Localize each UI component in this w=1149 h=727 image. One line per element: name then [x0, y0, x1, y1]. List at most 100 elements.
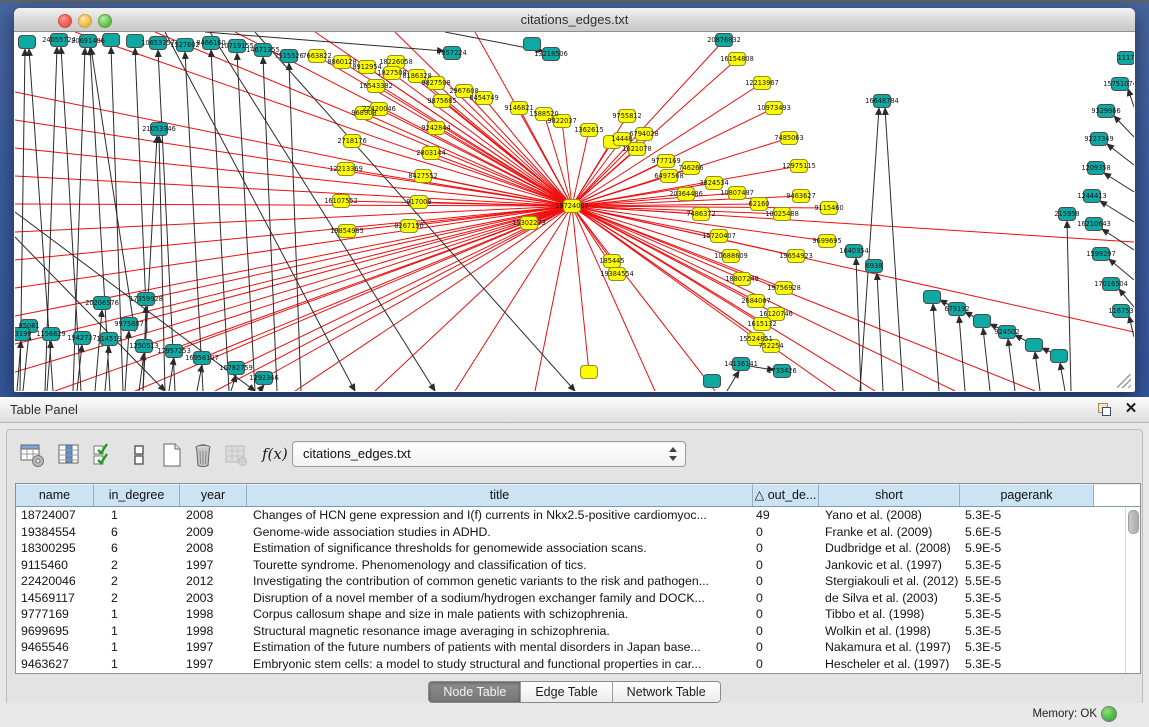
- svg-text:7486372: 7486372: [686, 210, 715, 218]
- table-row[interactable]: 977716911998Corpus callosum shape and si…: [16, 606, 1126, 623]
- graph-node[interactable]: [581, 366, 598, 379]
- column-header-short[interactable]: short: [819, 484, 960, 506]
- svg-text:21053346: 21053346: [142, 125, 176, 133]
- svg-text:3824534: 3824534: [699, 179, 728, 187]
- window-resize-grip[interactable]: [1117, 374, 1131, 388]
- column-header-in-degree[interactable]: in_degree: [94, 484, 180, 506]
- show-column-icon[interactable]: [56, 442, 82, 468]
- node-attribute-table[interactable]: namein_degreeyeartitle△ out_de...shortpa…: [15, 483, 1141, 674]
- svg-text:20691406: 20691406: [71, 37, 105, 45]
- tab-edge-table[interactable]: Edge Table: [521, 682, 612, 702]
- network-canvas[interactable]: 2405572420691406106532571527602846616010…: [15, 32, 1134, 391]
- svg-text:215958: 215958: [1054, 210, 1079, 218]
- table-cell: 1997: [180, 557, 247, 574]
- svg-text:16210643: 16210643: [1077, 220, 1111, 228]
- dropdown-stepper-icon: [668, 446, 677, 462]
- svg-text:1527602: 1527602: [170, 41, 199, 49]
- table-cell: 1998: [180, 623, 247, 640]
- column-header-year[interactable]: year: [180, 484, 247, 506]
- table-cell: Nakamura et al. (1997): [819, 639, 960, 656]
- column-header-name[interactable]: name: [16, 484, 94, 506]
- graph-node[interactable]: [704, 375, 721, 388]
- tab-network-table[interactable]: Network Table: [613, 682, 720, 702]
- table-cell: Disruption of a novel member of a sodium…: [247, 590, 753, 607]
- table-row[interactable]: 1872400712008Changes of HCN gene express…: [16, 507, 1126, 524]
- table-header-row: namein_degreeyeartitle△ out_de...shortpa…: [16, 484, 1140, 507]
- table-cell: 1997: [180, 639, 247, 656]
- graph-node[interactable]: [19, 36, 36, 49]
- table-cell: 5.9E-5: [960, 540, 1094, 557]
- tab-node-table[interactable]: Node Table: [429, 682, 521, 702]
- table-cell: Jankovic et al. (1997): [819, 557, 960, 574]
- svg-text:9822037: 9822037: [547, 117, 576, 125]
- table-cell: 0: [753, 623, 819, 640]
- table-row[interactable]: 2242004622012Investigating the contribut…: [16, 573, 1126, 590]
- svg-text:16958107: 16958107: [185, 354, 219, 362]
- table-cell: Estimation of the future numbers of pati…: [247, 639, 753, 656]
- network-desktop: citations_edges.txt 24055724206914061065…: [0, 0, 1149, 400]
- table-cell: Franke et al. (2009): [819, 524, 960, 541]
- column-header-out-de-[interactable]: △ out_de...: [753, 484, 819, 506]
- svg-text:19756928: 19756928: [767, 284, 801, 292]
- citation-network-graph[interactable]: 2405572420691406106532571527602846616010…: [15, 32, 1134, 391]
- table-row[interactable]: 911546021997Tourette syndrome. Phenomeno…: [16, 557, 1126, 574]
- delete-table-icon[interactable]: [223, 442, 249, 468]
- table-cell: Genome-wide association studies in ADHD.: [247, 524, 753, 541]
- table-cell: Tourette syndrome. Phenomenology and cla…: [247, 557, 753, 574]
- svg-text:116753: 116753: [1108, 307, 1133, 315]
- svg-text:62160: 62160: [749, 200, 770, 208]
- table-cell: 1: [94, 656, 180, 673]
- table-cell: 6: [94, 524, 180, 541]
- table-row[interactable]: 946554611997Estimation of the future num…: [16, 639, 1126, 656]
- network-view-window[interactable]: citations_edges.txt 24055724206914061065…: [14, 8, 1135, 392]
- table-cell: 22420046: [16, 573, 94, 590]
- table-cell: 18300295: [16, 540, 94, 557]
- table-cell: 1997: [180, 656, 247, 673]
- table-row[interactable]: 946362711997Embryonic stem cells: a mode…: [16, 656, 1126, 673]
- table-cell: 0: [753, 573, 819, 590]
- table-selector-value: citations_edges.txt: [303, 446, 411, 461]
- svg-text:1615132: 1615132: [747, 320, 776, 328]
- select-rows-icon[interactable]: [91, 442, 117, 468]
- svg-text:12975115: 12975115: [782, 162, 816, 170]
- memory-ok-indicator[interactable]: [1101, 706, 1117, 722]
- svg-text:1244413: 1244413: [1077, 192, 1106, 200]
- close-panel-icon[interactable]: ✕: [1123, 401, 1139, 417]
- graph-node[interactable]: [1051, 350, 1068, 363]
- svg-text:8454749: 8454749: [469, 94, 498, 102]
- table-cell: 0: [753, 606, 819, 623]
- graph-node[interactable]: [524, 38, 541, 51]
- svg-text:6497568: 6497568: [654, 172, 683, 180]
- graph-node[interactable]: [924, 291, 941, 304]
- svg-text:16782759: 16782759: [219, 364, 253, 372]
- graph-node[interactable]: [974, 315, 991, 328]
- table-settings-icon[interactable]: [19, 442, 45, 468]
- scrollbar-thumb[interactable]: [1128, 510, 1139, 534]
- column-panel-icon[interactable]: [126, 442, 152, 468]
- graph-node[interactable]: [103, 34, 120, 47]
- table-cell: 5.6E-5: [960, 524, 1094, 541]
- table-selector-dropdown[interactable]: citations_edges.txt: [292, 441, 686, 467]
- table-cell: 5.3E-5: [960, 507, 1094, 524]
- table-panel-title: Table Panel: [10, 402, 78, 417]
- delete-rows-trash-icon[interactable]: [190, 442, 216, 468]
- table-cell: 2: [94, 573, 180, 590]
- graph-node[interactable]: [1026, 339, 1043, 352]
- column-header-title[interactable]: title: [247, 484, 753, 506]
- table-row[interactable]: 969969511998Structural magnetic resonanc…: [16, 623, 1126, 640]
- float-window-icon[interactable]: [1098, 403, 1111, 416]
- table-row[interactable]: 1830029562008Estimation of significance …: [16, 540, 1126, 557]
- table-row[interactable]: 1938455462009Genome-wide association stu…: [16, 524, 1126, 541]
- table-row[interactable]: 1456911722003Disruption of a novel membe…: [16, 590, 1126, 607]
- table-cell: 1998: [180, 606, 247, 623]
- svg-text:9755812: 9755812: [612, 112, 641, 120]
- svg-text:917008: 917008: [406, 198, 431, 206]
- column-header-pagerank[interactable]: pagerank: [960, 484, 1094, 506]
- new-table-icon[interactable]: [159, 442, 185, 468]
- svg-text:10973493: 10973493: [757, 104, 791, 112]
- window-titlebar[interactable]: citations_edges.txt: [14, 8, 1135, 32]
- table-vertical-scrollbar[interactable]: [1125, 507, 1140, 673]
- table-cell: 2003: [180, 590, 247, 607]
- function-builder-icon[interactable]: f(x): [262, 445, 288, 463]
- table-cell: Changes of HCN gene expression and I(f) …: [247, 507, 753, 524]
